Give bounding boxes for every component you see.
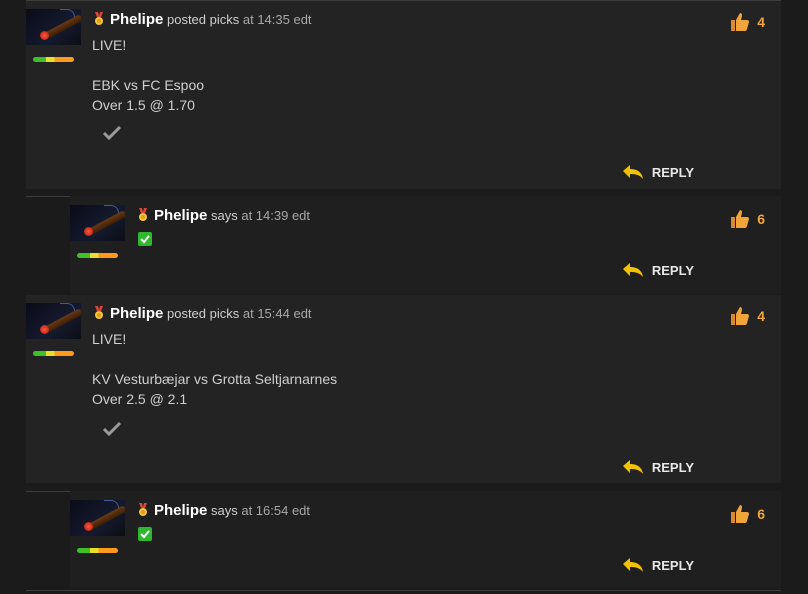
reply-label: REPLY (651, 165, 694, 180)
comment-header: Phelipe says at 14:39 edt (136, 207, 310, 224)
like-count: 4 (757, 308, 765, 324)
check-grey-icon (102, 421, 122, 442)
check-green-icon (138, 232, 152, 251)
comment-reply: Phelipe says at 16:54 edt 6 REPLY (70, 491, 781, 589)
body-line: LIVE! (92, 331, 127, 347)
comment-action: says (210, 208, 238, 223)
reply-label: REPLY (651, 558, 694, 573)
body-line: Over 2.5 @ 2.1 (92, 391, 188, 407)
avatar[interactable] (26, 303, 81, 339)
like-count: 6 (757, 506, 765, 522)
body-line: Over 1.5 @ 1.70 (92, 97, 195, 113)
comment-header: Phelipe posted picks at 15:44 edt (92, 305, 312, 322)
thumbs-up-icon (731, 307, 750, 325)
comment-body: LIVE! EBK vs FC Espoo Over 1.5 @ 1.70 (92, 35, 204, 115)
author-name[interactable]: Phelipe (154, 207, 207, 224)
medal-icon (139, 208, 147, 221)
reply-button[interactable]: REPLY (622, 558, 694, 573)
rank-bar (77, 548, 118, 553)
comment-reply: Phelipe says at 14:39 edt 6 REPLY (70, 196, 781, 294)
check-grey-icon (102, 125, 122, 146)
medal-icon (95, 12, 103, 25)
comment-header: Phelipe says at 16:54 edt (136, 502, 310, 519)
author-name[interactable]: Phelipe (154, 502, 207, 519)
reply-label: REPLY (651, 263, 694, 278)
like-count: 4 (757, 14, 765, 30)
like-count: 6 (757, 211, 765, 227)
comment-header: Phelipe posted picks at 14:35 edt (92, 11, 312, 28)
comment-action: says (210, 503, 238, 518)
author-name[interactable]: Phelipe (110, 11, 163, 28)
avatar[interactable] (70, 205, 125, 241)
body-line: EBK vs FC Espoo (92, 77, 205, 93)
comment-time: at 14:39 edt (241, 208, 311, 223)
like-button[interactable]: 6 (729, 208, 765, 230)
like-button[interactable]: 4 (729, 11, 765, 33)
thumbs-up-icon (731, 13, 750, 31)
avatar[interactable] (70, 500, 125, 536)
rank-bar (77, 253, 118, 258)
check-green-icon (138, 527, 152, 546)
author-name[interactable]: Phelipe (110, 305, 163, 322)
rank-bar (33, 351, 74, 356)
rank-bar (33, 57, 74, 62)
comment-time: at 15:44 edt (242, 306, 312, 321)
comment-action: posted picks (166, 306, 240, 321)
reply-button[interactable]: REPLY (622, 263, 694, 278)
reply-label: REPLY (651, 460, 694, 475)
body-line: KV Vesturbæjar vs Grotta Seltjarnarnes (92, 371, 338, 387)
thumbs-up-icon (731, 505, 750, 523)
body-line: LIVE! (92, 37, 127, 53)
comment-time: at 16:54 edt (241, 503, 311, 518)
comment-time: at 14:35 edt (242, 12, 312, 27)
like-button[interactable]: 4 (729, 305, 765, 327)
medal-icon (95, 306, 103, 319)
medal-icon (139, 503, 147, 516)
avatar[interactable] (26, 9, 81, 45)
comment-post: Phelipe posted picks at 15:44 edt LIVE! … (26, 295, 781, 483)
thumbs-up-icon (731, 210, 750, 228)
reply-arrow-icon (622, 263, 643, 277)
reply-arrow-icon (622, 460, 643, 474)
comment-post: Phelipe posted picks at 14:35 edt LIVE! … (26, 0, 781, 189)
reply-button[interactable]: REPLY (622, 165, 694, 180)
reply-arrow-icon (622, 165, 643, 179)
reply-arrow-icon (622, 558, 643, 572)
comment-body: LIVE! KV Vesturbæjar vs Grotta Seltjarna… (92, 329, 337, 409)
comment-action: posted picks (166, 12, 240, 27)
like-button[interactable]: 6 (729, 503, 765, 525)
reply-button[interactable]: REPLY (622, 460, 694, 475)
